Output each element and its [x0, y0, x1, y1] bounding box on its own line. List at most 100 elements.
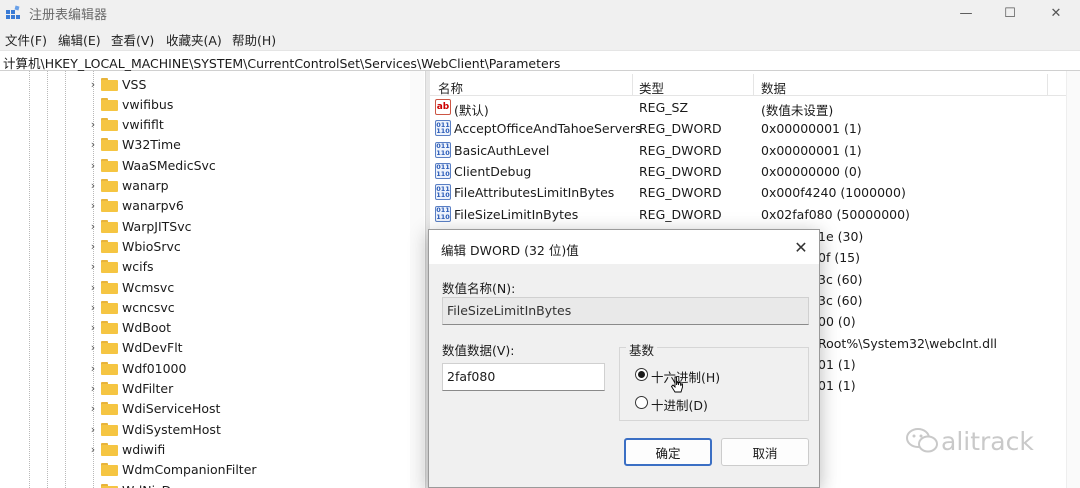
tree-scrollbar[interactable]: [410, 71, 424, 488]
value-data-partial: 0f (15): [818, 250, 860, 266]
column-divider[interactable]: [1047, 74, 1048, 96]
chevron-right-icon[interactable]: ›: [87, 240, 99, 253]
menu-file[interactable]: 文件(F): [5, 30, 47, 49]
tree-item[interactable]: › WdBoot: [87, 318, 171, 338]
cancel-button[interactable]: 取消: [721, 438, 809, 466]
dialog-close-button[interactable]: ✕: [789, 236, 813, 258]
value-name: AcceptOfficeAndTahoeServers: [454, 121, 642, 137]
chevron-right-icon[interactable]: ›: [87, 382, 99, 395]
decimal-radio-label[interactable]: 十进制(D): [651, 395, 708, 414]
tree-item[interactable]: › WdiServiceHost: [87, 399, 221, 419]
column-divider[interactable]: [753, 74, 754, 96]
tree-item[interactable]: › wanarp: [87, 176, 169, 196]
menu-help[interactable]: 帮助(H): [232, 30, 276, 49]
value-name: (默认): [454, 103, 489, 118]
value-row[interactable]: ab (默认) REG_SZ (数值未设置): [430, 97, 1080, 118]
tree-item[interactable]: › wanarpv6: [87, 196, 184, 216]
tree-item[interactable]: › WdDevFlt: [87, 338, 183, 358]
value-data-partial: 00 (0): [818, 314, 856, 330]
value-type: REG_DWORD: [639, 185, 722, 201]
chevron-right-icon[interactable]: ›: [87, 423, 99, 436]
value-row[interactable]: 011 110 ClientDebug REG_DWORD 0x00000000 (0): [430, 161, 1080, 182]
folder-icon: [101, 239, 118, 253]
chevron-right-icon[interactable]: ›: [87, 443, 99, 456]
chevron-right-icon[interactable]: ›: [87, 484, 99, 488]
list-scrollbar[interactable]: [1066, 71, 1080, 488]
tree-item[interactable]: › WarpJITSvc: [87, 216, 192, 236]
address-path[interactable]: 计算机\HKEY_LOCAL_MACHINE\SYSTEM\CurrentCon…: [3, 53, 560, 72]
maximize-button[interactable]: ☐: [988, 0, 1032, 26]
chevron-right-icon[interactable]: ›: [87, 159, 99, 172]
tree-item[interactable]: › W32Time: [87, 135, 181, 155]
close-button[interactable]: ✕: [1034, 0, 1078, 26]
tree-item[interactable]: vwifibus: [87, 94, 173, 114]
value-name: FileSizeLimitInBytes: [454, 206, 579, 222]
watermark: alitrack: [905, 424, 1055, 458]
tree-item-label: wanarpv6: [122, 198, 184, 214]
chevron-right-icon[interactable]: ›: [87, 362, 99, 375]
address-bar[interactable]: 计算机\HKEY_LOCAL_MACHINE\SYSTEM\CurrentCon…: [0, 50, 1080, 71]
folder-icon: [101, 260, 118, 274]
value-row[interactable]: 011 110 BasicAuthLevel REG_DWORD 0x00000001 …: [430, 140, 1080, 161]
value-type: REG_SZ: [639, 100, 689, 115]
value-name: FileAttributesLimitInBytes: [454, 185, 615, 201]
tree-item[interactable]: › Wdf01000: [87, 358, 187, 378]
chevron-right-icon[interactable]: ›: [87, 260, 99, 273]
chevron-right-icon[interactable]: ›: [87, 281, 99, 294]
minimize-button[interactable]: —: [944, 0, 988, 26]
binary-value-icon: 011 110: [435, 141, 451, 158]
column-type[interactable]: 类型: [639, 78, 664, 97]
folder-icon: [101, 138, 118, 152]
folder-icon: [101, 179, 118, 192]
tree-item[interactable]: › wdiwifi: [87, 439, 165, 459]
menu-favorites[interactable]: 收藏夹(A): [166, 30, 222, 49]
decimal-radio[interactable]: [635, 396, 648, 409]
value-data: 0x00000000 (0): [761, 163, 862, 179]
chevron-right-icon[interactable]: ›: [87, 341, 99, 354]
tree-item[interactable]: › Wcmsvc: [87, 277, 174, 297]
tree-item[interactable]: › WdNisD...: [87, 480, 183, 488]
key-tree[interactable]: › VSS vwifibus › vwififlt › W32Time › WaaSMedicS…: [0, 71, 425, 488]
tree-item[interactable]: › vwififlt: [87, 115, 164, 135]
hex-radio[interactable]: [635, 368, 648, 381]
tree-item-label: WaaSMedicSvc: [122, 157, 216, 173]
tree-item[interactable]: › wcncsvc: [87, 297, 175, 317]
chevron-right-icon[interactable]: ›: [87, 199, 99, 212]
value-type: REG_DWORD: [639, 163, 722, 179]
value-data: 0x00000001 (1): [761, 121, 862, 137]
chevron-right-icon[interactable]: ›: [87, 301, 99, 314]
chevron-right-icon[interactable]: ›: [87, 78, 99, 91]
tree-item[interactable]: › WbioSrvc: [87, 236, 181, 256]
column-divider[interactable]: [632, 74, 633, 96]
chevron-right-icon[interactable]: ›: [87, 118, 99, 131]
chevron-right-icon[interactable]: ›: [87, 138, 99, 151]
menu-view[interactable]: 查看(V): [111, 30, 154, 49]
chevron-right-icon[interactable]: ›: [87, 179, 99, 192]
column-data[interactable]: 数据: [761, 78, 786, 97]
value-row[interactable]: 011 110 FileSizeLimitInBytes REG_DWORD 0x02f…: [430, 204, 1080, 225]
tree-item[interactable]: › WdFilter: [87, 379, 173, 399]
tree-item[interactable]: › wcifs: [87, 257, 154, 277]
chevron-right-icon[interactable]: ›: [87, 402, 99, 415]
chevron-right-icon[interactable]: ›: [87, 321, 99, 334]
list-header: 名称 类型 数据: [430, 74, 1080, 96]
tree-guide-line: [47, 71, 48, 488]
tree-item-label: wcncsvc: [122, 299, 175, 315]
folder-icon: [101, 97, 118, 111]
watermark-text: alitrack: [941, 426, 1034, 456]
folder-icon: [101, 442, 118, 456]
folder-icon: [101, 280, 118, 294]
value-data-input[interactable]: 2faf080: [442, 363, 605, 391]
column-name[interactable]: 名称: [438, 78, 463, 97]
menu-edit[interactable]: 编辑(E): [58, 30, 101, 49]
tree-item[interactable]: WdmCompanionFilter: [87, 460, 257, 480]
tree-item[interactable]: › WaaSMedicSvc: [87, 155, 216, 175]
tree-item[interactable]: › WdiSystemHost: [87, 419, 221, 439]
value-data-partial: Root%\System32\webclnt.dll: [818, 335, 998, 351]
chevron-right-icon[interactable]: ›: [87, 220, 99, 233]
tree-item[interactable]: › VSS: [87, 74, 147, 94]
hex-radio-label[interactable]: 十六进制(H): [651, 367, 720, 386]
ok-button[interactable]: 确定: [624, 438, 712, 466]
value-row[interactable]: 011 110 AcceptOfficeAndTahoeServers REG_DWO…: [430, 118, 1080, 139]
value-row[interactable]: 011 110 FileAttributesLimitInBytes REG_DWOR…: [430, 182, 1080, 203]
